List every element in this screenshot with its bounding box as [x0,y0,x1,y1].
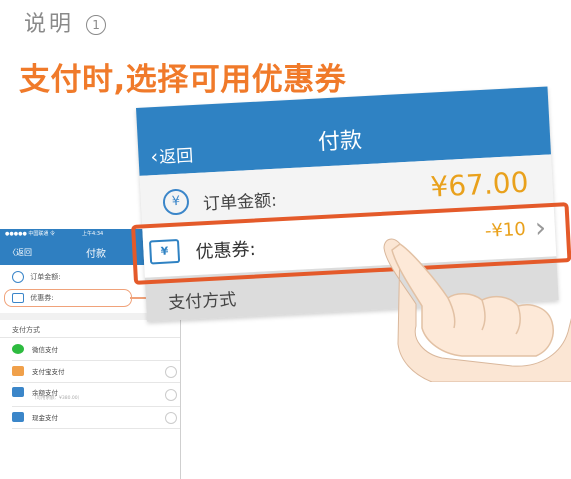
pay-methods-title: 支付方式 [167,290,237,314]
back-button[interactable]: ‹返回 [150,141,194,168]
pay-method-label: 微信支付 [32,346,58,354]
card-title: 付款 [317,128,363,156]
phone-carrier: ●●●●● 中国联通 令 [5,231,55,237]
page-headline: 支付时,选择可用优惠券 [19,62,347,98]
pay-method-sub: （可用余额：¥380.00） [32,396,83,401]
phone-back-button[interactable]: 〈返回 [8,247,32,258]
note-title: 说明 [24,12,75,37]
back-label: 返回 [158,146,194,168]
wallet-icon [12,387,24,397]
alipay-icon [12,366,24,376]
divider [12,382,180,383]
divider [0,337,180,338]
pay-method-cash[interactable]: 现金支付 [12,411,180,427]
pay-method-label: 现金支付 [32,414,58,422]
note-number-icon: 1 [86,15,107,35]
phone-paymethods-title: 支付方式 [12,326,40,334]
wechat-icon [12,344,24,354]
phone-order-label: 订单金额: [30,273,61,281]
phone-clock: 上午4:34 [82,231,104,237]
divider [12,360,180,361]
note-heading: 说明 1 [24,6,107,38]
chevron-left-icon: ‹ [150,145,159,169]
pay-method-alipay[interactable]: 支付宝支付 [12,365,180,381]
pay-method-wechat[interactable]: 微信支付 [12,343,180,359]
order-amount-value: ¥67.00 [429,165,530,204]
radio-button[interactable] [165,412,177,424]
yen-circle-icon: ¥ [162,188,190,216]
pay-method-label: 支付宝支付 [32,368,65,376]
radio-button[interactable] [165,389,177,401]
cash-icon [12,412,24,422]
phone-coupon-highlight [4,289,132,307]
yen-circle-icon [12,271,24,283]
radio-button[interactable] [165,366,177,378]
order-amount-label: 订单金额: [202,190,278,215]
phone-title: 付款 [86,249,106,260]
divider [12,406,180,407]
pointing-hand-icon [383,238,571,382]
divider [12,428,180,429]
pay-method-balance[interactable]: 余额支付 （可用余额：¥380.00） [12,386,180,402]
